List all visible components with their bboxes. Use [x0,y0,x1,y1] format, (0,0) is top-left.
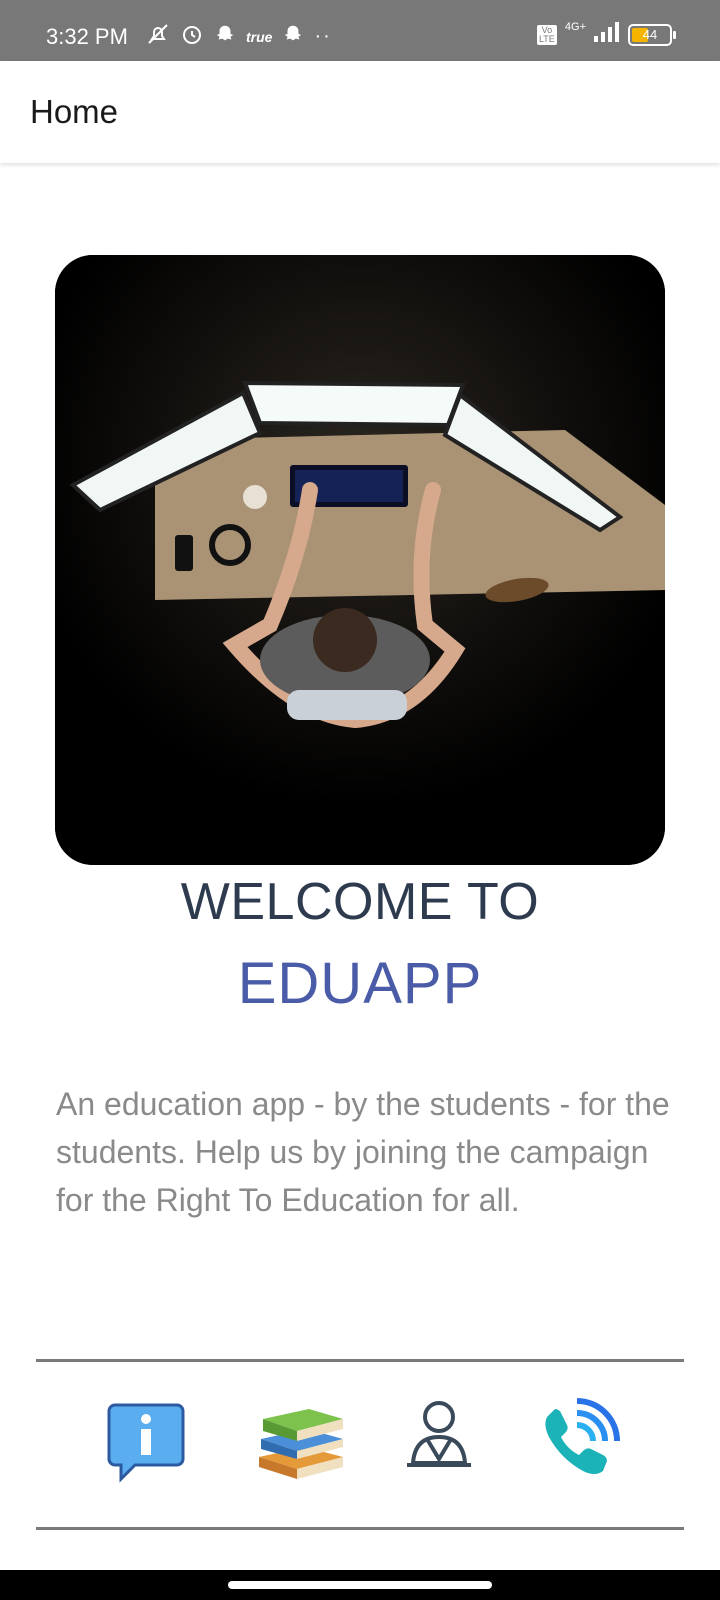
profile-icon [407,1401,471,1467]
snapchat-icon [214,23,236,50]
battery-icon: 44 [628,23,676,46]
carrier-text: true [246,28,273,45]
status-right: Vo LTE 4G+ 44 [536,20,676,47]
battery-level: 44 [642,26,658,42]
desk-illustration [55,255,665,865]
mute-icon [146,22,170,51]
divider-bottom [36,1527,684,1530]
nav-profile-button[interactable] [397,1395,497,1495]
app-name-heading: EDUAPP [237,951,483,1016]
system-nav-bar [0,1570,720,1600]
more-dots-icon: ·· [314,25,332,47]
phone-call-icon [545,1398,620,1474]
info-bubble-icon [107,1403,185,1483]
alarm-icon [180,22,204,51]
status-time: 3:32 PM [46,24,128,49]
status-bar: 3:32 PM true ·· Vo LTE 4G+ 44 [0,0,720,61]
status-icons: true ·· [146,22,332,51]
bottom-nav [0,1395,720,1505]
volte-badge: Vo LTE [536,24,557,45]
signal-icon [594,22,620,47]
app-bar: Home [0,61,720,163]
nav-courses-button[interactable] [255,1395,355,1495]
page-title: Home [30,93,119,130]
network-type: 4G+ [564,20,586,33]
nav-about-button[interactable] [103,1395,203,1495]
home-gesture-handle[interactable] [228,1581,492,1589]
nav-contact-button[interactable] [533,1395,633,1495]
app-description: An education app - by the students - for… [56,1086,670,1218]
welcome-heading: WELCOME TO [180,873,540,931]
books-icon [259,1409,343,1479]
hero-image [55,255,665,865]
divider-top [36,1359,684,1362]
snapchat-icon [282,23,304,50]
